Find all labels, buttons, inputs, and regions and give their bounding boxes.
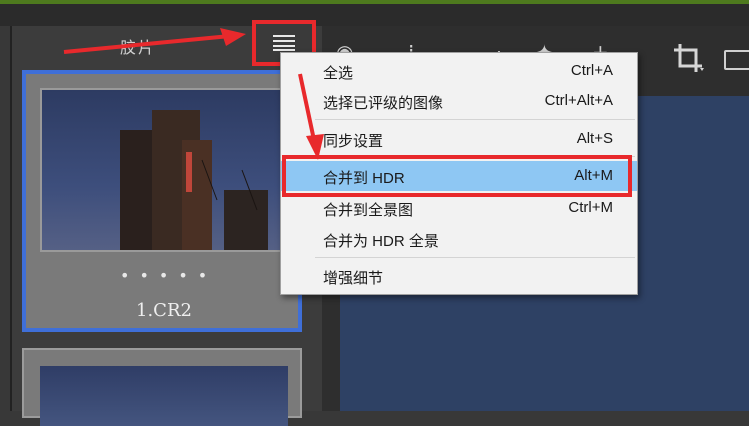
thumbnail-image [40, 366, 288, 426]
annotation-arrow-right [63, 28, 246, 54]
menu-item-sync-settings[interactable]: 同步设置 Alt+S [281, 124, 637, 154]
menu-item-select-all[interactable]: 全选 Ctrl+A [281, 56, 637, 86]
thumbnail-filename: 1.CR2 [136, 300, 192, 321]
menu-item-merge-panorama[interactable]: 合并到全景图 Ctrl+M [281, 193, 637, 223]
highlight-annotation-box [282, 155, 632, 197]
menu-item-enhance-details[interactable]: 增强细节 [281, 261, 637, 291]
thumbnail-card-selected[interactable]: ••••• 1.CR2 [22, 70, 302, 332]
menu-item-merge-hdr-panorama[interactable]: 合并为 HDR 全景 [281, 224, 637, 254]
rectangle-icon[interactable] [724, 50, 749, 70]
menu-item-select-rated[interactable]: 选择已评级的图像 Ctrl+Alt+A [281, 86, 637, 116]
menu-separator [315, 119, 635, 120]
crop-icon[interactable] [672, 42, 706, 76]
building-photo [120, 110, 268, 250]
menu-icon [273, 35, 295, 51]
menu-separator [315, 257, 635, 258]
rating-dots[interactable]: ••••• [120, 266, 217, 285]
annotation-arrow-down [298, 73, 324, 160]
thumbnail-card[interactable] [22, 348, 302, 426]
thumbnail-image [42, 90, 290, 250]
